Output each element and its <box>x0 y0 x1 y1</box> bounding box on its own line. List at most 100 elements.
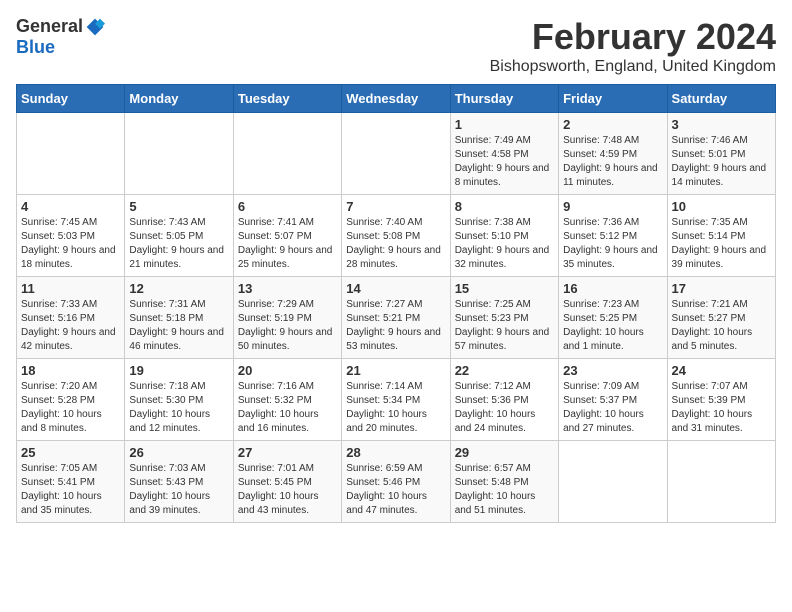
day-number: 12 <box>129 281 228 296</box>
day-info: Sunrise: 7:31 AM Sunset: 5:18 PM Dayligh… <box>129 298 228 354</box>
day-number: 23 <box>563 363 662 378</box>
day-number: 9 <box>563 199 662 214</box>
calendar-cell <box>342 113 450 195</box>
calendar-cell <box>559 441 667 523</box>
calendar-day-header: Sunday <box>17 85 125 113</box>
day-info: Sunrise: 6:57 AM Sunset: 5:48 PM Dayligh… <box>455 462 554 518</box>
calendar-cell: 7 Sunrise: 7:40 AM Sunset: 5:08 PM Daylig… <box>342 195 450 277</box>
calendar-day-header: Friday <box>559 85 667 113</box>
calendar-cell: 9 Sunrise: 7:36 AM Sunset: 5:12 PM Daylig… <box>559 195 667 277</box>
calendar-cell: 26 Sunrise: 7:03 AM Sunset: 5:43 PM Dayli… <box>125 441 233 523</box>
calendar-cell <box>233 113 341 195</box>
day-info: Sunrise: 7:05 AM Sunset: 5:41 PM Dayligh… <box>21 462 120 518</box>
day-info: Sunrise: 7:35 AM Sunset: 5:14 PM Dayligh… <box>672 216 771 272</box>
day-number: 7 <box>346 199 445 214</box>
calendar-cell: 1 Sunrise: 7:49 AM Sunset: 4:58 PM Daylig… <box>450 113 558 195</box>
location-title: Bishopsworth, England, United Kingdom <box>490 58 776 76</box>
calendar-cell: 10 Sunrise: 7:35 AM Sunset: 5:14 PM Dayli… <box>667 195 775 277</box>
calendar-cell: 12 Sunrise: 7:31 AM Sunset: 5:18 PM Dayli… <box>125 277 233 359</box>
day-number: 8 <box>455 199 554 214</box>
calendar-cell: 24Sunrise: 7:07 AM Sunset: 5:39 PM Dayli… <box>667 359 775 441</box>
calendar-cell: 14 Sunrise: 7:27 AM Sunset: 5:21 PM Dayli… <box>342 277 450 359</box>
calendar-cell: 16 Sunrise: 7:23 AM Sunset: 5:25 PM Dayli… <box>559 277 667 359</box>
logo: General Blue <box>16 16 105 58</box>
day-info: Sunrise: 7:21 AM Sunset: 5:27 PM Dayligh… <box>672 298 771 354</box>
day-number: 17 <box>672 281 771 296</box>
day-number: 20 <box>238 363 337 378</box>
day-number: 15 <box>455 281 554 296</box>
title-area: February 2024 Bishopsworth, England, Uni… <box>490 16 776 76</box>
day-number: 29 <box>455 445 554 460</box>
day-info: Sunrise: 7:38 AM Sunset: 5:10 PM Dayligh… <box>455 216 554 272</box>
calendar-cell: 2 Sunrise: 7:48 AM Sunset: 4:59 PM Daylig… <box>559 113 667 195</box>
day-number: 14 <box>346 281 445 296</box>
calendar-header-row: SundayMondayTuesdayWednesdayThursdayFrid… <box>17 85 776 113</box>
day-info: Sunrise: 7:48 AM Sunset: 4:59 PM Dayligh… <box>563 134 662 190</box>
day-info: Sunrise: 7:23 AM Sunset: 5:25 PM Dayligh… <box>563 298 662 354</box>
logo-general-text: General <box>16 16 83 37</box>
day-number: 25 <box>21 445 120 460</box>
day-info: Sunrise: 7:01 AM Sunset: 5:45 PM Dayligh… <box>238 462 337 518</box>
day-info: Sunrise: 7:27 AM Sunset: 5:21 PM Dayligh… <box>346 298 445 354</box>
logo-icon <box>85 17 105 37</box>
calendar-cell: 6 Sunrise: 7:41 AM Sunset: 5:07 PM Daylig… <box>233 195 341 277</box>
calendar-table: SundayMondayTuesdayWednesdayThursdayFrid… <box>16 84 776 523</box>
calendar-cell: 28Sunrise: 6:59 AM Sunset: 5:46 PM Dayli… <box>342 441 450 523</box>
calendar-week-row: 18Sunrise: 7:20 AM Sunset: 5:28 PM Dayli… <box>17 359 776 441</box>
day-info: Sunrise: 7:12 AM Sunset: 5:36 PM Dayligh… <box>455 380 554 436</box>
day-info: Sunrise: 7:03 AM Sunset: 5:43 PM Dayligh… <box>129 462 228 518</box>
day-number: 6 <box>238 199 337 214</box>
day-number: 5 <box>129 199 228 214</box>
day-info: Sunrise: 7:43 AM Sunset: 5:05 PM Dayligh… <box>129 216 228 272</box>
calendar-day-header: Tuesday <box>233 85 341 113</box>
calendar-cell: 22 Sunrise: 7:12 AM Sunset: 5:36 PM Dayli… <box>450 359 558 441</box>
day-info: Sunrise: 7:18 AM Sunset: 5:30 PM Dayligh… <box>129 380 228 436</box>
day-number: 22 <box>455 363 554 378</box>
calendar-week-row: 4Sunrise: 7:45 AM Sunset: 5:03 PM Daylig… <box>17 195 776 277</box>
day-number: 19 <box>129 363 228 378</box>
calendar-cell: 23 Sunrise: 7:09 AM Sunset: 5:37 PM Dayli… <box>559 359 667 441</box>
day-info: Sunrise: 7:40 AM Sunset: 5:08 PM Dayligh… <box>346 216 445 272</box>
calendar-body: 1 Sunrise: 7:49 AM Sunset: 4:58 PM Daylig… <box>17 113 776 523</box>
day-number: 13 <box>238 281 337 296</box>
calendar-day-header: Saturday <box>667 85 775 113</box>
calendar-cell: 8 Sunrise: 7:38 AM Sunset: 5:10 PM Daylig… <box>450 195 558 277</box>
day-number: 28 <box>346 445 445 460</box>
day-info: Sunrise: 7:33 AM Sunset: 5:16 PM Dayligh… <box>21 298 120 354</box>
day-info: Sunrise: 7:29 AM Sunset: 5:19 PM Dayligh… <box>238 298 337 354</box>
day-info: Sunrise: 7:49 AM Sunset: 4:58 PM Dayligh… <box>455 134 554 190</box>
calendar-day-header: Thursday <box>450 85 558 113</box>
calendar-cell <box>125 113 233 195</box>
logo-blue-text: Blue <box>16 37 55 57</box>
calendar-cell: 21 Sunrise: 7:14 AM Sunset: 5:34 PM Dayli… <box>342 359 450 441</box>
day-number: 16 <box>563 281 662 296</box>
calendar-day-header: Monday <box>125 85 233 113</box>
day-info: Sunrise: 7:46 AM Sunset: 5:01 PM Dayligh… <box>672 134 771 190</box>
calendar-cell: 4Sunrise: 7:45 AM Sunset: 5:03 PM Daylig… <box>17 195 125 277</box>
day-number: 27 <box>238 445 337 460</box>
day-number: 10 <box>672 199 771 214</box>
calendar-cell: 15Sunrise: 7:25 AM Sunset: 5:23 PM Dayli… <box>450 277 558 359</box>
day-number: 11 <box>21 281 120 296</box>
day-number: 3 <box>672 117 771 132</box>
calendar-week-row: 25 Sunrise: 7:05 AM Sunset: 5:41 PM Dayli… <box>17 441 776 523</box>
calendar-cell: 29 Sunrise: 6:57 AM Sunset: 5:48 PM Dayli… <box>450 441 558 523</box>
day-info: Sunrise: 7:41 AM Sunset: 5:07 PM Dayligh… <box>238 216 337 272</box>
month-title: February 2024 <box>490 16 776 58</box>
day-info: Sunrise: 7:36 AM Sunset: 5:12 PM Dayligh… <box>563 216 662 272</box>
day-info: Sunrise: 7:09 AM Sunset: 5:37 PM Dayligh… <box>563 380 662 436</box>
calendar-cell: 19 Sunrise: 7:18 AM Sunset: 5:30 PM Dayli… <box>125 359 233 441</box>
calendar-cell: 5 Sunrise: 7:43 AM Sunset: 5:05 PM Daylig… <box>125 195 233 277</box>
day-number: 2 <box>563 117 662 132</box>
day-info: Sunrise: 7:16 AM Sunset: 5:32 PM Dayligh… <box>238 380 337 436</box>
day-number: 24 <box>672 363 771 378</box>
calendar-day-header: Wednesday <box>342 85 450 113</box>
calendar-cell: 13 Sunrise: 7:29 AM Sunset: 5:19 PM Dayli… <box>233 277 341 359</box>
day-number: 26 <box>129 445 228 460</box>
day-info: Sunrise: 7:14 AM Sunset: 5:34 PM Dayligh… <box>346 380 445 436</box>
calendar-cell: 17 Sunrise: 7:21 AM Sunset: 5:27 PM Dayli… <box>667 277 775 359</box>
calendar-cell: 20 Sunrise: 7:16 AM Sunset: 5:32 PM Dayli… <box>233 359 341 441</box>
day-number: 21 <box>346 363 445 378</box>
day-number: 1 <box>455 117 554 132</box>
calendar-cell: 18Sunrise: 7:20 AM Sunset: 5:28 PM Dayli… <box>17 359 125 441</box>
